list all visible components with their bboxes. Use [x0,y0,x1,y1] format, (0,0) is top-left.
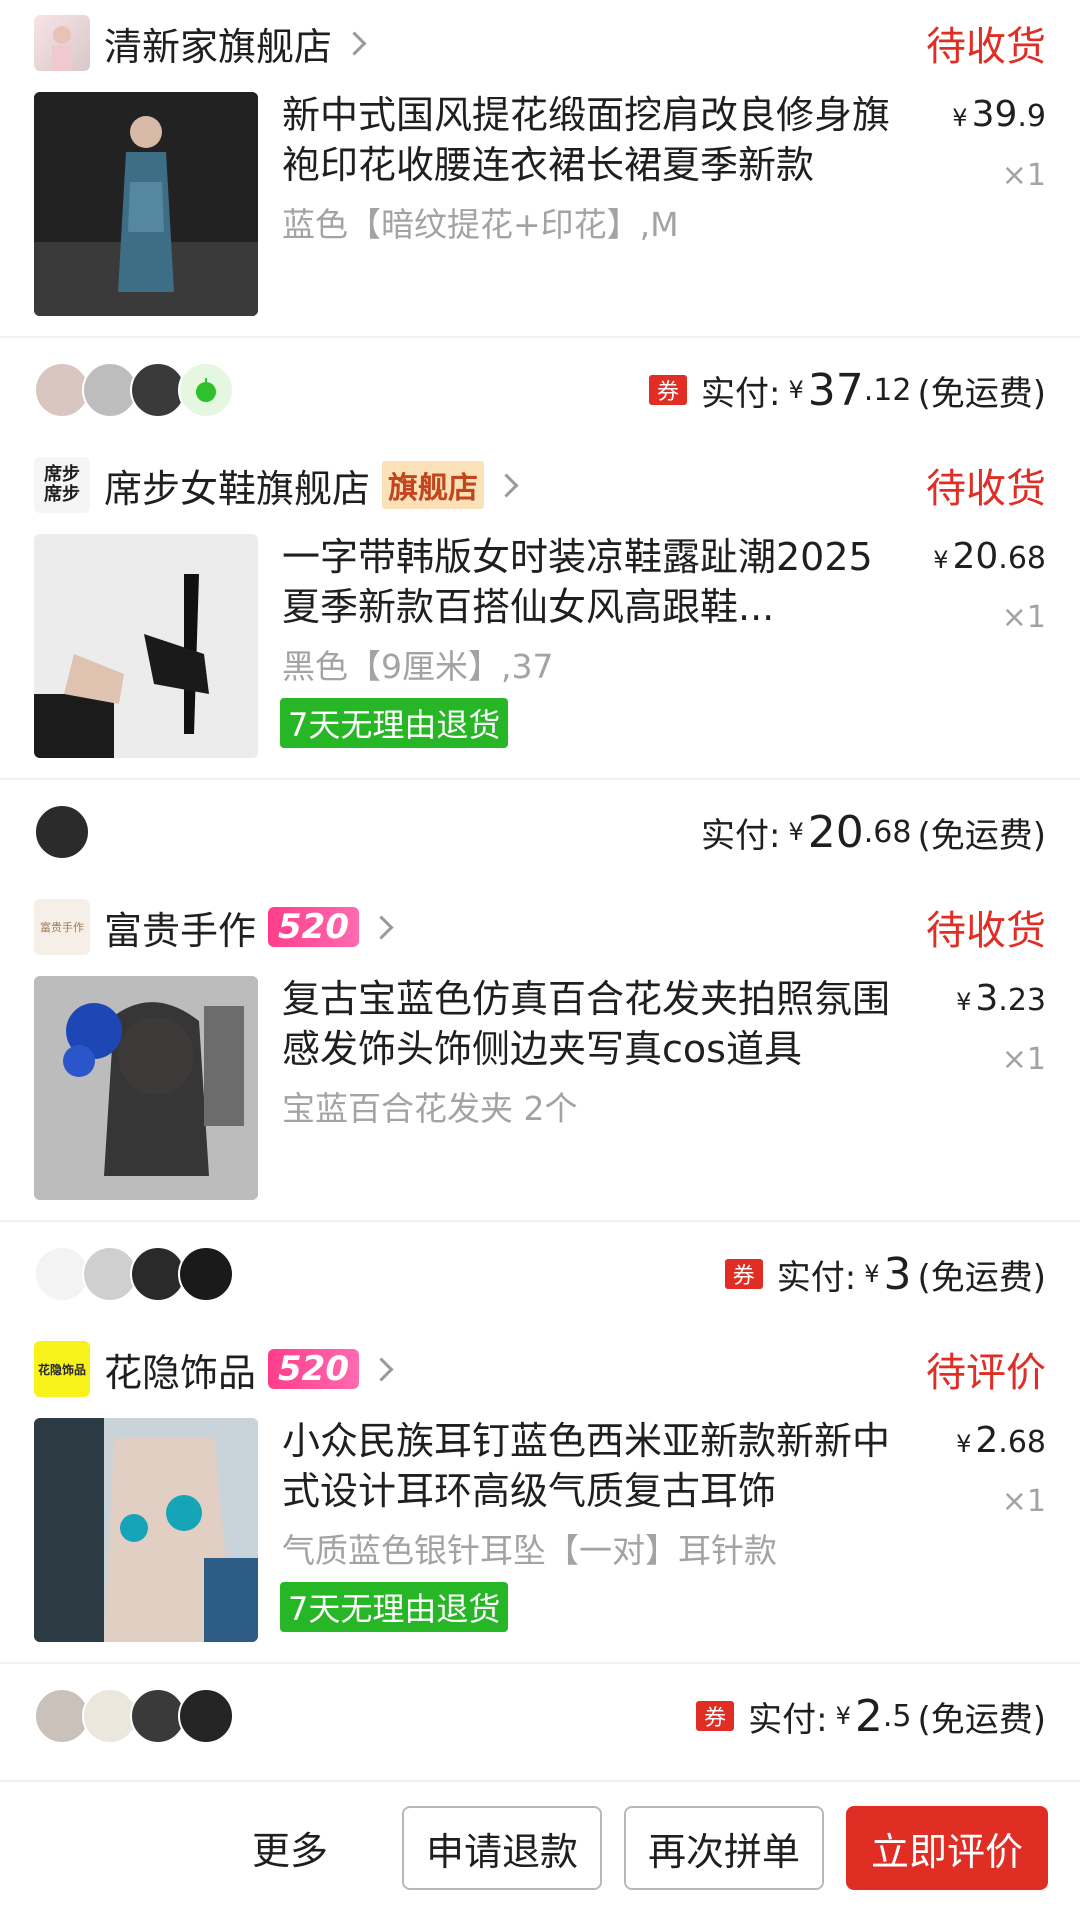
order-card-5: 券 实付: ¥ 2 .5 (免运费) [0,1664,1080,1768]
order-card-4: 券 实付: ¥ 3 (免运费) 花隐饰品 花隐饰品 520 待评价 小众民族耳钉… [0,1222,1080,1664]
return-badge: 7天无理由退货 [280,1582,509,1632]
flagship-tag: 旗舰店 [382,461,485,509]
shop-name: 富贵手作 [104,908,257,953]
shop-name: 清新家旗舰店 [104,24,333,69]
product-qty: ×1 [1001,158,1046,193]
order-card-1: 清新家旗舰店 待收货 新中式国风提花缎面挖肩改良修身旗袍印花收腰连衣裙长裙夏季新… [0,0,1080,338]
shop-row[interactable]: 花隐饰品 花隐饰品 520 待评价 [0,1326,1080,1412]
coupon-icon: 券 [649,375,687,405]
order-status: 待评价 [926,1350,1046,1396]
payment-row: 券 实付: ¥ 3 (免运费) [0,1222,1080,1326]
product-qty: ×1 [1001,1042,1046,1077]
request-refund-button[interactable]: 申请退款 [402,1806,602,1890]
shop-name: 花隐饰品 [104,1350,257,1395]
product-spec: 宝蓝百合花发夹 2个 [282,1089,578,1128]
product-item[interactable]: 复古宝蓝色仿真百合花发夹拍照氛围感发饰头饰侧边夹写真cos道具 宝蓝百合花发夹 … [0,970,1080,1200]
group-avatars[interactable] [34,1688,234,1744]
payment-row: 券 实付: ¥ 37 .12 (免运费) [0,338,1080,442]
return-badge: 7天无理由退货 [280,698,509,748]
product-image [34,534,258,758]
product-title: 新中式国风提花缎面挖肩改良修身旗袍印花收腰连衣裙长裙夏季新款 [282,93,891,187]
avatar [178,362,234,418]
shop-logo: 花隐饰品 [34,1341,90,1397]
product-price: ¥2.68 [956,1420,1046,1461]
chevron-right-icon [369,914,394,940]
avatar [34,804,90,860]
product-price: ¥20.68 [933,536,1046,577]
product-spec: 黑色【9厘米】,37 [282,647,554,686]
product-spec: 气质蓝色银针耳坠【一对】耳针款 [282,1531,777,1570]
bottom-action-bar: 更多 申请退款 再次拼单 立即评价 [0,1780,1080,1909]
regroup-button[interactable]: 再次拼单 [624,1806,824,1890]
shop-row[interactable]: 席步 席步 席步女鞋旗舰店 旗舰店 待收货 [0,442,1080,528]
shop-row[interactable]: 富贵手作 富贵手作 520 待收货 [0,884,1080,970]
avatar [178,1688,234,1744]
product-qty: ×1 [1001,600,1046,635]
paid-amount: 券 实付: ¥ 3 (免运费) [724,1249,1046,1300]
order-status: 待收货 [926,24,1046,70]
payment-row: 实付: ¥ 20 .68 (免运费) [0,780,1080,884]
paid-amount: 券 实付: ¥ 2 .5 (免运费) [696,1691,1046,1742]
shop-logo [34,15,90,71]
product-spec: 蓝色【暗纹提花+印花】,M [282,205,679,244]
promo-520-tag: 520 [268,1349,359,1389]
product-title: 复古宝蓝色仿真百合花发夹拍照氛围感发饰头饰侧边夹写真cos道具 [282,977,891,1071]
group-avatars[interactable] [34,804,90,860]
order-status: 待收货 [926,466,1046,512]
group-avatars[interactable] [34,1246,234,1302]
paid-amount: 实付: ¥ 20 .68 (免运费) [701,806,1046,858]
coupon-icon: 券 [696,1701,735,1731]
product-price: ¥39.9 [952,94,1046,135]
product-title: 一字带韩版女时装凉鞋露趾潮2025夏季新款百搭仙女风高跟鞋... [282,535,873,629]
product-qty: ×1 [1001,1484,1046,1519]
product-price: ¥3.23 [956,978,1046,1019]
order-card-2: 券 实付: ¥ 37 .12 (免运费) 席步 席步 席步女鞋旗舰店 旗舰店 待… [0,338,1080,780]
group-avatars[interactable] [34,362,234,418]
order-card-3: 实付: ¥ 20 .68 (免运费) 富贵手作 富贵手作 520 待收货 复古宝… [0,780,1080,1222]
shop-name: 席步女鞋旗舰店 [104,466,371,511]
order-status: 待收货 [926,908,1046,954]
product-image [34,1418,258,1642]
chevron-right-icon [494,472,519,498]
shop-row[interactable]: 清新家旗舰店 待收货 [0,0,1080,86]
review-now-button[interactable]: 立即评价 [846,1806,1048,1890]
product-item[interactable]: 新中式国风提花缎面挖肩改良修身旗袍印花收腰连衣裙长裙夏季新款 蓝色【暗纹提花+印… [0,86,1080,316]
shop-logo: 富贵手作 [34,899,90,955]
more-button[interactable]: 更多 [252,1820,328,1875]
product-image [34,92,258,316]
coupon-icon: 券 [724,1259,763,1289]
chevron-right-icon [342,30,367,56]
product-image [34,976,258,1200]
shop-logo: 席步 席步 [34,457,90,513]
product-title: 小众民族耳钉蓝色西米亚新款新新中式设计耳环高级气质复古耳饰 [282,1419,891,1513]
promo-520-tag: 520 [268,907,359,947]
avatar [178,1246,234,1302]
product-item[interactable]: 小众民族耳钉蓝色西米亚新款新新中式设计耳环高级气质复古耳饰 气质蓝色银针耳坠【一… [0,1412,1080,1642]
product-item[interactable]: 一字带韩版女时装凉鞋露趾潮2025夏季新款百搭仙女风高跟鞋... 黑色【9厘米】… [0,528,1080,758]
payment-row: 券 实付: ¥ 2 .5 (免运费) [0,1664,1080,1768]
paid-amount: 券 实付: ¥ 37 .12 (免运费) [649,365,1046,416]
chevron-right-icon [369,1356,394,1382]
